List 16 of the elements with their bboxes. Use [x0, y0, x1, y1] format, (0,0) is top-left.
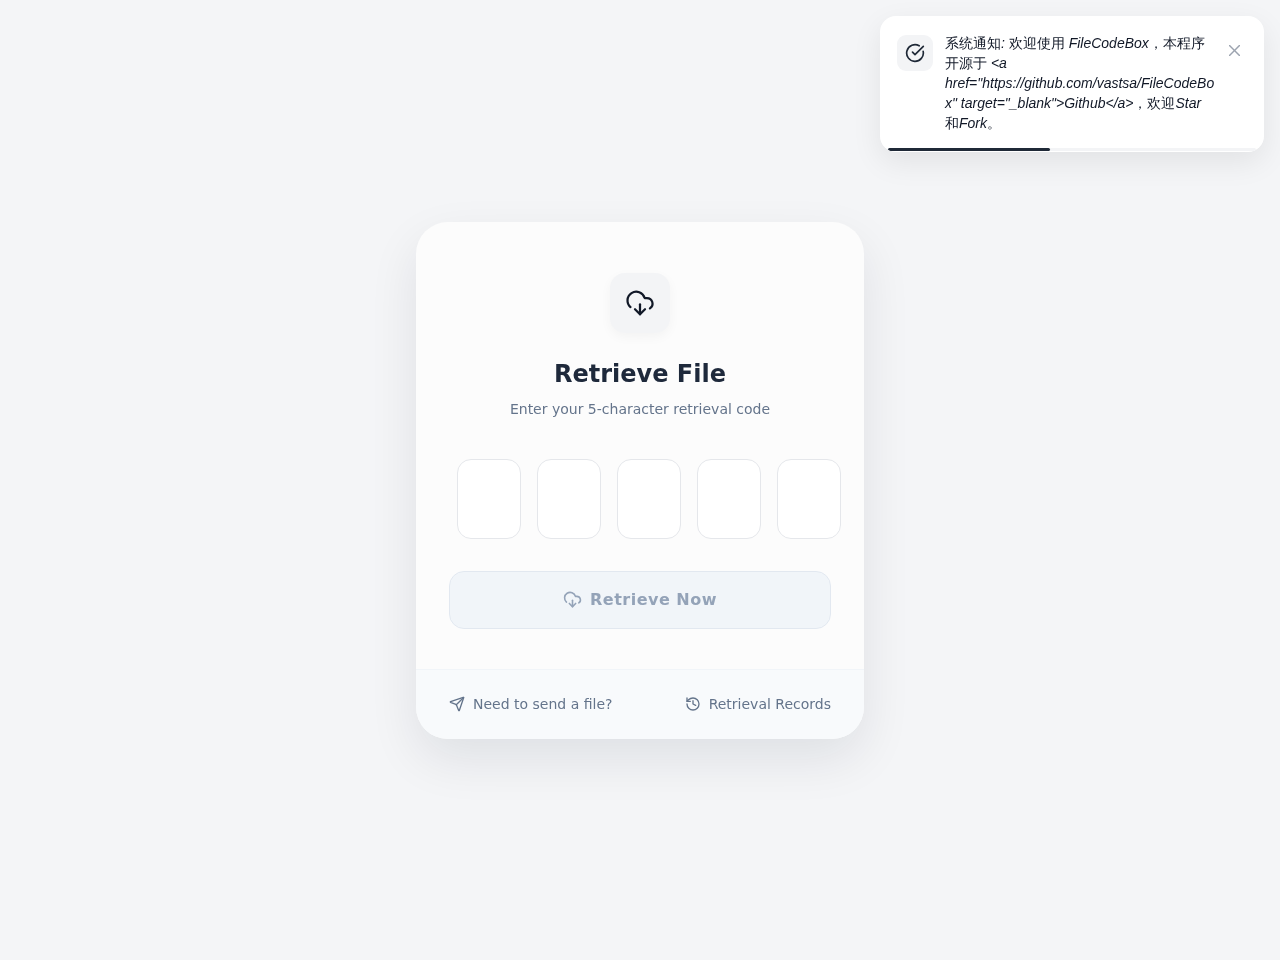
- send-icon: [449, 696, 465, 712]
- code-input-field[interactable]: [457, 458, 521, 539]
- footer-link[interactable]: Need to send a file?: [449, 694, 613, 714]
- card-title: Retrieve File: [554, 358, 726, 390]
- close-icon[interactable]: [1229, 45, 1240, 56]
- footer-link[interactable]: Retrieval Records: [684, 694, 831, 714]
- cloud-download-icon: [610, 272, 670, 333]
- code-input-field[interactable]: [537, 458, 601, 539]
- circle-check-icon: [897, 35, 933, 71]
- cloud-download-icon: [562, 590, 582, 609]
- notification-message: 系统通知: 欢迎使用 FileCodeBox，本程序开源于 <a href="https://github.com/vastsa/FileCodeBox" target="_blank">Github</a>，欢迎Star和Fork。: [945, 34, 1215, 133]
- history-icon: [684, 696, 701, 712]
- card-subtitle: Enter your 5-character retrieval code: [509, 399, 771, 419]
- code-input-field[interactable]: [697, 458, 761, 539]
- code-input-field[interactable]: [617, 458, 681, 539]
- code-input-field[interactable]: [777, 458, 841, 539]
